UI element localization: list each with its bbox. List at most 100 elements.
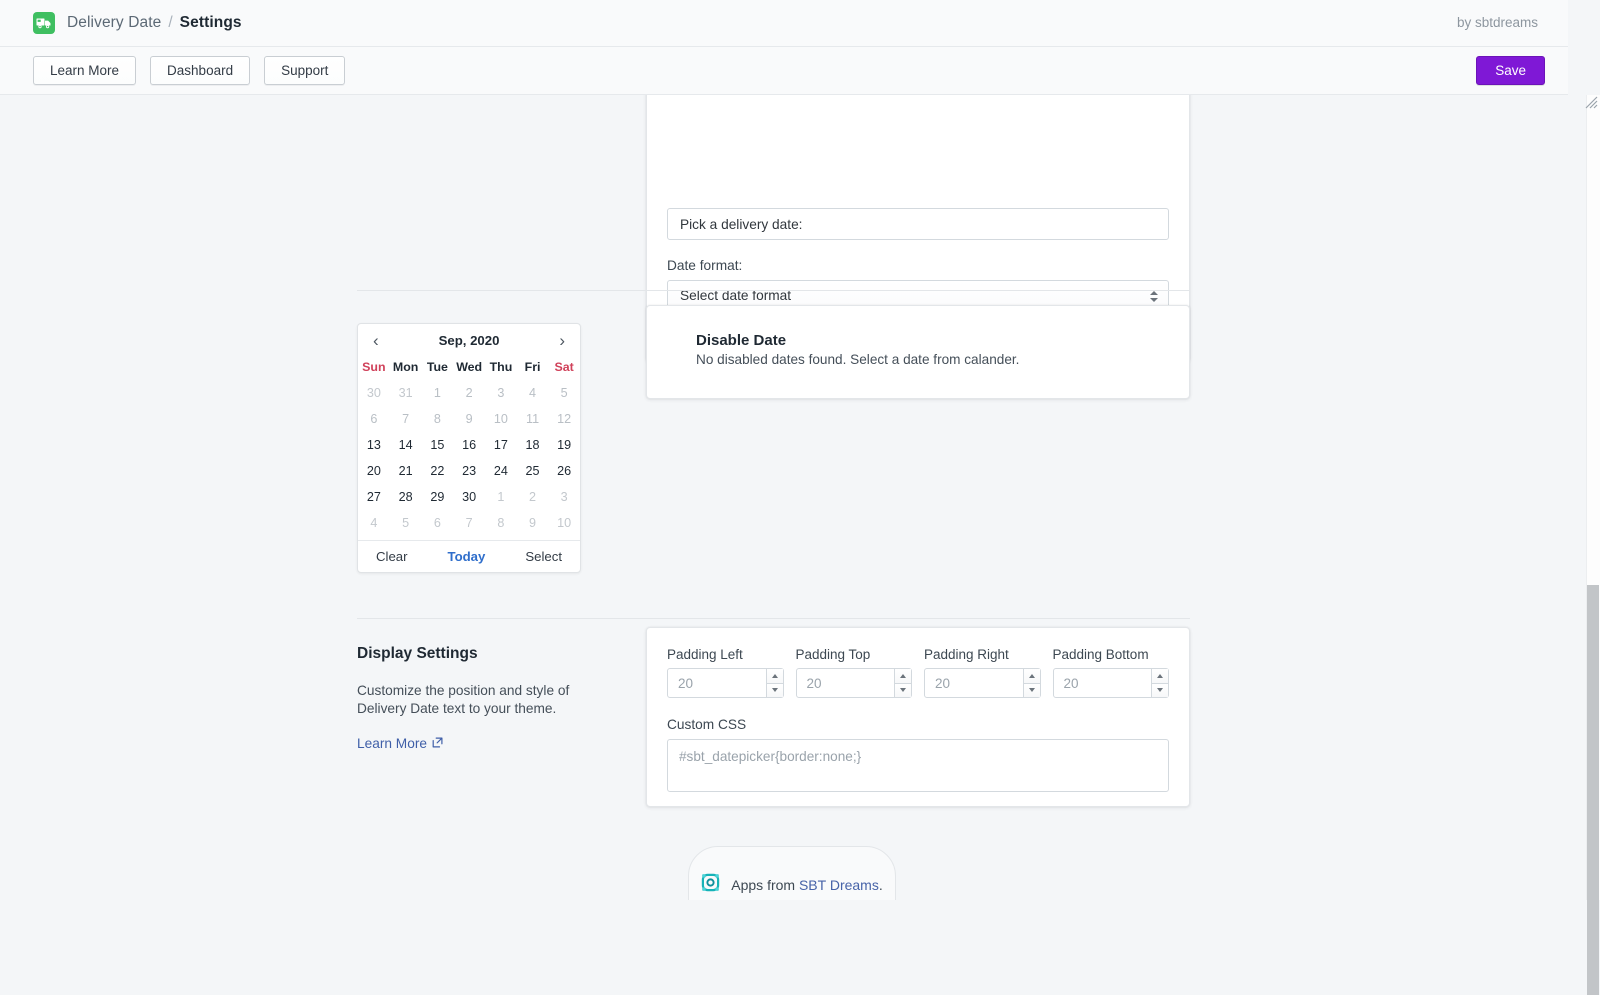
calendar-day-cell[interactable]: 16	[453, 432, 485, 458]
calendar-clear-button[interactable]: Clear	[376, 549, 408, 564]
disable-date-card: Disable Date No disabled dates found. Se…	[646, 305, 1190, 399]
calendar-day-cell[interactable]: 17	[485, 432, 517, 458]
calendar-day-cell[interactable]: 14	[390, 432, 422, 458]
padding-stepper	[924, 668, 1041, 698]
calendar-week-row: 30 31 1 2 3 4 5	[358, 380, 580, 406]
section-divider-1	[357, 290, 1190, 291]
stepper-increment-icon[interactable]	[894, 669, 911, 683]
calendar-day-cell[interactable]: 9	[517, 510, 549, 536]
calendar-day-cell[interactable]: 21	[390, 458, 422, 484]
calendar-day-cell[interactable]: 26	[548, 458, 580, 484]
calendar-day-cell[interactable]: 24	[485, 458, 517, 484]
calendar-day-cell[interactable]: 8	[485, 510, 517, 536]
calendar-day-cell[interactable]: 1	[485, 484, 517, 510]
resize-handle-icon[interactable]	[1585, 96, 1598, 109]
footer-text-suffix: .	[878, 877, 883, 893]
calendar-day-cell[interactable]: 2	[453, 380, 485, 406]
calendar-day-cell[interactable]: 7	[453, 510, 485, 536]
padding-stepper	[795, 668, 912, 698]
stepper-decrement-icon[interactable]	[1022, 682, 1040, 697]
calendar-day-cell[interactable]: 6	[358, 406, 390, 432]
save-button[interactable]: Save	[1476, 56, 1545, 85]
footer-text-prefix: Apps from	[731, 877, 799, 893]
calendar-day-cell[interactable]: 30	[453, 484, 485, 510]
calendar-day-cell[interactable]: 4	[517, 380, 549, 406]
calendar-day-cell[interactable]: 30	[358, 380, 390, 406]
calendar-day-cell[interactable]: 31	[390, 380, 422, 406]
learn-more-button[interactable]: Learn More	[33, 56, 137, 85]
calendar-footer: Clear Today Select	[358, 540, 580, 572]
stepper-increment-icon[interactable]	[1022, 669, 1040, 683]
stepper-decrement-icon[interactable]	[765, 682, 783, 697]
calendar-day-cell[interactable]: 4	[358, 510, 390, 536]
chevron-right-icon[interactable]: ›	[556, 332, 568, 349]
calendar-grid: Sun Mon Tue Wed Thu Fri Sat 30 31 1 2 3 4 5 6 7 8 9 10 11 1…	[358, 357, 580, 536]
stepper-decrement-icon[interactable]	[1151, 682, 1168, 697]
stepper-buttons	[894, 669, 911, 697]
vertical-scrollbar-thumb[interactable]	[1587, 585, 1599, 995]
learn-more-link-label: Learn More	[357, 736, 427, 751]
external-link-icon	[432, 736, 443, 751]
padding-field-group: Padding Bottom	[1052, 647, 1169, 698]
stepper-decrement-icon[interactable]	[894, 682, 911, 697]
calendar-day-cell[interactable]: 20	[358, 458, 390, 484]
calendar-day-cell[interactable]: 5	[548, 380, 580, 406]
datepicker-label-input[interactable]	[667, 208, 1169, 240]
calendar-week-row: 27 28 29 30 1 2 3	[358, 484, 580, 510]
calendar-day-cell[interactable]: 18	[517, 432, 549, 458]
calendar-select-button[interactable]: Select	[525, 549, 562, 564]
calendar-day-cell[interactable]: 25	[517, 458, 549, 484]
calendar-day-cell[interactable]: 11	[517, 406, 549, 432]
calendar-day-cell[interactable]: 2	[517, 484, 549, 510]
padding-stepper	[1052, 668, 1169, 698]
calendar-weekday-mon: Mon	[392, 360, 419, 374]
custom-css-textarea[interactable]	[667, 739, 1169, 792]
date-picker-calendar[interactable]: ‹ Sep, 2020 › Sun Mon Tue Wed Thu Fri Sat 30 31…	[357, 323, 581, 573]
calendar-today-button[interactable]: Today	[448, 549, 486, 564]
calendar-day-cell[interactable]: 29	[422, 484, 454, 510]
calendar-day-cell[interactable]: 7	[390, 406, 422, 432]
breadcrumb-app-name[interactable]: Delivery Date	[67, 14, 161, 32]
calendar-day-cell[interactable]: 10	[548, 510, 580, 536]
section-divider-2	[357, 618, 1190, 619]
support-button[interactable]: Support	[264, 56, 346, 85]
calendar-day-cell[interactable]: 1	[422, 380, 454, 406]
calendar-day-cell[interactable]: 13	[358, 432, 390, 458]
calendar-day-cell[interactable]: 8	[422, 406, 454, 432]
breadcrumb-separator: /	[168, 14, 173, 31]
calendar-day-cell[interactable]: 15	[422, 432, 454, 458]
calendar-weekday-wed: Wed	[456, 360, 483, 374]
calendar-day-cell[interactable]: 3	[548, 484, 580, 510]
author-byline: by sbtdreams	[1456, 15, 1538, 30]
calendar-day-cell[interactable]: 27	[358, 484, 390, 510]
display-settings-learn-more-link[interactable]: Learn More	[357, 736, 443, 751]
calendar-day-cell[interactable]: 19	[548, 432, 580, 458]
sbt-dreams-logo-icon	[701, 873, 720, 897]
calendar-day-cell[interactable]: 10	[485, 406, 517, 432]
calendar-day-cell[interactable]: 5	[390, 510, 422, 536]
calendar-day-cell[interactable]: 12	[548, 406, 580, 432]
sbt-dreams-link[interactable]: SBT Dreams	[799, 877, 879, 893]
calendar-day-cell[interactable]: 6	[422, 510, 454, 536]
vertical-scrollbar-track[interactable]	[1586, 95, 1600, 995]
chevron-left-icon[interactable]: ‹	[370, 332, 382, 349]
calendar-day-cell[interactable]: 3	[485, 380, 517, 406]
stepper-increment-icon[interactable]	[765, 669, 783, 683]
calendar-day-cell[interactable]: 23	[453, 458, 485, 484]
date-format-label: Date format:	[667, 258, 743, 273]
calendar-day-cell[interactable]: 9	[453, 406, 485, 432]
padding-field-label: Padding Right	[924, 647, 1009, 662]
calendar-header: ‹ Sep, 2020 ›	[358, 324, 580, 357]
calendar-weekday-row: Sun Mon Tue Wed Thu Fri Sat	[358, 357, 580, 380]
padding-fields-row: Padding Left Padding Top Padding Right Padd…	[667, 647, 1169, 698]
dashboard-button[interactable]: Dashboard	[150, 56, 251, 85]
calendar-week-row: 13 14 15 16 17 18 19	[358, 432, 580, 458]
calendar-week-row: 20 21 22 23 24 25 26	[358, 458, 580, 484]
stepper-increment-icon[interactable]	[1151, 669, 1168, 683]
padding-field-label: Padding Left	[667, 647, 743, 662]
display-settings-description: Customize the position and style of Deli…	[357, 683, 570, 716]
custom-css-label: Custom CSS	[667, 717, 747, 732]
calendar-day-cell[interactable]: 22	[422, 458, 454, 484]
calendar-day-cell[interactable]: 28	[390, 484, 422, 510]
padding-field-group: Padding Top	[795, 647, 912, 698]
